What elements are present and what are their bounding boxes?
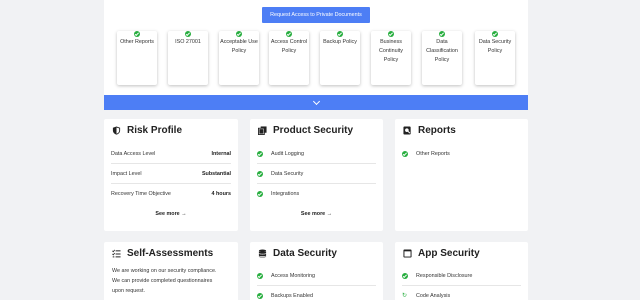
check-icon bbox=[439, 31, 445, 37]
risk-profile-title: Risk Profile bbox=[127, 125, 183, 136]
document-card[interactable]: Backup Policy bbox=[320, 31, 360, 85]
text-line: We are working on our security complianc… bbox=[112, 268, 217, 274]
app-security-card: App Security Responsible Disclosure ↻ Co… bbox=[395, 242, 528, 300]
shield-icon bbox=[112, 126, 121, 135]
risk-label: Recovery Time Objective bbox=[111, 191, 171, 197]
document-label: Other Reports bbox=[120, 39, 154, 45]
see-more-label: See more bbox=[155, 211, 180, 217]
check-icon bbox=[257, 272, 263, 279]
product-security-card: Product Security Audit Logging Data Secu… bbox=[250, 119, 383, 231]
app-security-title: App Security bbox=[418, 248, 480, 259]
check-icon bbox=[388, 31, 394, 37]
see-more-label: See more bbox=[300, 211, 326, 217]
list-item-label: Backups Enabled bbox=[271, 293, 313, 299]
database-icon bbox=[258, 249, 267, 258]
search-document-icon bbox=[403, 126, 411, 135]
document-card[interactable]: ISO 27001 bbox=[168, 31, 208, 85]
see-more-link[interactable]: See more → bbox=[104, 211, 238, 217]
documents-icon bbox=[258, 126, 267, 135]
list-item-label: Integrations bbox=[271, 191, 300, 197]
document-label: Business Continuity Policy bbox=[379, 39, 403, 63]
risk-value: Internal bbox=[211, 150, 231, 157]
see-more-link[interactable]: See more → bbox=[250, 211, 383, 217]
check-icon bbox=[402, 272, 408, 279]
list-item[interactable]: Access Monitoring bbox=[257, 266, 376, 286]
data-security-title: Data Security bbox=[273, 248, 337, 259]
risk-value: 4 hours bbox=[211, 191, 231, 197]
risk-row: Impact Level Substantial bbox=[111, 164, 231, 184]
check-icon bbox=[236, 31, 242, 37]
risk-profile-card: Risk Profile Data Access Level Internal … bbox=[104, 119, 238, 231]
check-icon bbox=[257, 150, 263, 157]
sync-icon: ↻ bbox=[402, 293, 408, 299]
check-icon bbox=[134, 31, 140, 37]
card-title: Data Security bbox=[258, 248, 337, 259]
expand-documents-bar[interactable] bbox=[104, 95, 528, 110]
app-window-icon bbox=[403, 249, 412, 258]
risk-label: Data Access Level bbox=[111, 150, 156, 157]
card-title: Self-Assessments bbox=[112, 248, 213, 259]
list-item[interactable]: Responsible Disclosure bbox=[402, 266, 521, 286]
list-item[interactable]: Integrations bbox=[257, 184, 376, 204]
self-assessments-title: Self-Assessments bbox=[127, 248, 214, 259]
list-item[interactable]: Data Security bbox=[257, 164, 376, 184]
document-card[interactable]: Access Control Policy bbox=[269, 31, 309, 85]
checklist-icon bbox=[112, 249, 121, 258]
check-icon bbox=[257, 170, 263, 177]
list-item-label: Responsible Disclosure bbox=[416, 272, 473, 279]
document-label: Data Classification Policy bbox=[426, 39, 458, 63]
document-label: Acceptable Use Policy bbox=[220, 39, 258, 54]
card-title: App Security bbox=[403, 248, 480, 259]
risk-row: Recovery Time Objective 4 hours bbox=[111, 184, 231, 204]
card-title: Risk Profile bbox=[112, 125, 182, 136]
reports-title: Reports bbox=[418, 125, 456, 136]
product-security-title: Product Security bbox=[273, 125, 354, 136]
check-icon bbox=[402, 151, 408, 157]
list-item-label: Access Monitoring bbox=[271, 272, 316, 279]
list-item-label: Other Reports bbox=[416, 151, 450, 157]
list-item[interactable]: Other Reports bbox=[402, 144, 521, 164]
list-item-label: Code Analysis bbox=[416, 293, 451, 299]
self-assessments-card: Self-Assessments We are working on our s… bbox=[104, 242, 238, 300]
self-assessments-text: We are working on our security complianc… bbox=[112, 266, 230, 296]
check-icon bbox=[286, 31, 292, 37]
document-card[interactable]: Other Reports bbox=[117, 31, 157, 85]
check-icon bbox=[185, 31, 191, 37]
document-label: Access Control Policy bbox=[270, 39, 308, 54]
arrow-right-icon: → bbox=[326, 211, 333, 217]
risk-value: Substantial bbox=[201, 170, 231, 177]
reports-card: Reports Other Reports bbox=[395, 119, 528, 231]
document-card[interactable]: Data Classification Policy bbox=[422, 31, 462, 85]
text-line: We can provide completed questionnaires bbox=[112, 278, 213, 284]
risk-label: Impact Level bbox=[111, 170, 142, 177]
list-item-label: Audit Logging bbox=[271, 150, 304, 157]
list-item[interactable]: Backups Enabled bbox=[257, 286, 376, 300]
document-label: Data Security Policy bbox=[478, 39, 512, 54]
document-card[interactable]: Data Security Policy bbox=[475, 31, 515, 85]
risk-row: Data Access Level Internal bbox=[111, 144, 231, 164]
list-item-label: Data Security bbox=[271, 170, 304, 177]
document-card[interactable]: Acceptable Use Policy bbox=[219, 31, 259, 85]
card-title: Reports bbox=[403, 125, 456, 136]
document-label: ISO 27001 bbox=[175, 39, 201, 45]
text-line: upon request. bbox=[112, 288, 145, 294]
chevron-down-icon bbox=[312, 97, 320, 105]
document-label: Backup Policy bbox=[323, 39, 357, 45]
list-item[interactable]: Audit Logging bbox=[257, 144, 376, 164]
check-icon bbox=[337, 31, 343, 37]
document-card[interactable]: Business Continuity Policy bbox=[371, 31, 411, 85]
card-title: Product Security bbox=[258, 125, 353, 136]
arrow-right-icon: → bbox=[181, 211, 187, 217]
data-security-card: Data Security Access Monitoring Backups … bbox=[250, 242, 383, 300]
check-icon bbox=[492, 31, 498, 37]
request-access-button[interactable]: Request Access to Private Documents bbox=[262, 7, 370, 23]
check-icon bbox=[257, 293, 263, 299]
check-icon bbox=[257, 191, 263, 197]
list-item[interactable]: ↻ Code Analysis bbox=[402, 286, 521, 300]
